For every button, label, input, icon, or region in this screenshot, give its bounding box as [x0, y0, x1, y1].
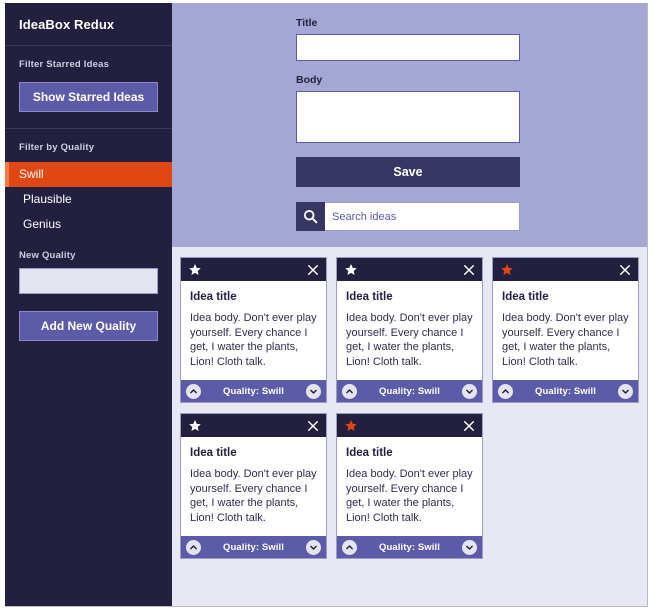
quality-filter-list: Swill Plausible Genius — [5, 162, 172, 237]
quality-filter-item-genius[interactable]: Genius — [5, 212, 172, 237]
idea-card-footer: Quality: Swill — [181, 380, 326, 403]
idea-card-text[interactable]: Idea body. Don't ever play yourself. Eve… — [346, 467, 473, 525]
close-icon[interactable] — [307, 264, 319, 276]
quality-filter-item-plausible[interactable]: Plausible — [5, 187, 172, 212]
title-field-label: Title — [296, 17, 318, 29]
title-input[interactable] — [296, 34, 520, 61]
show-starred-ideas-button[interactable]: Show Starred Ideas — [19, 82, 158, 112]
star-icon[interactable] — [188, 419, 202, 433]
sidebar-header: IdeaBox Redux — [5, 3, 172, 46]
idea-card-header — [337, 414, 482, 438]
idea-card-body: Idea title Idea body. Don't ever play you… — [493, 281, 638, 381]
idea-card: Idea title Idea body. Don't ever play you… — [336, 257, 483, 404]
app-title: IdeaBox Redux — [19, 17, 115, 32]
idea-card: Idea title Idea body. Don't ever play you… — [492, 257, 639, 404]
idea-card-footer: Quality: Swill — [337, 380, 482, 403]
starred-filter-section: Filter Starred Ideas Show Starred Ideas — [5, 46, 172, 129]
star-icon[interactable] — [500, 263, 514, 277]
idea-card: Idea title Idea body. Don't ever play you… — [180, 257, 327, 404]
close-icon[interactable] — [619, 264, 631, 276]
star-icon[interactable] — [344, 419, 358, 433]
idea-card-quality-label: Quality: Swill — [222, 541, 285, 553]
new-quality-input[interactable] — [19, 268, 158, 294]
idea-card-title[interactable]: Idea title — [346, 291, 473, 303]
chevron-up-icon[interactable] — [186, 539, 201, 555]
idea-card-footer: Quality: Swill — [337, 536, 482, 559]
idea-card-text[interactable]: Idea body. Don't ever play yourself. Eve… — [346, 311, 473, 369]
body-textarea[interactable] — [296, 91, 520, 143]
quality-filter-item-swill[interactable]: Swill — [5, 162, 172, 187]
chevron-up-icon[interactable] — [342, 383, 357, 399]
idea-card-quality-label: Quality: Swill — [222, 385, 285, 397]
idea-card-title[interactable]: Idea title — [502, 291, 629, 303]
idea-card-quality-label: Quality: Swill — [534, 385, 597, 397]
idea-form: Title Body Save — [296, 17, 520, 231]
idea-card-body: Idea title Idea body. Don't ever play you… — [181, 281, 326, 381]
chevron-down-icon[interactable] — [618, 383, 633, 399]
quality-filter-label: Filter by Quality — [19, 142, 95, 153]
idea-card-title[interactable]: Idea title — [190, 291, 317, 303]
chevron-down-icon[interactable] — [306, 539, 321, 555]
chevron-up-icon[interactable] — [186, 383, 201, 399]
search-input[interactable] — [325, 202, 520, 231]
chevron-up-icon[interactable] — [498, 383, 513, 399]
search-icon[interactable] — [296, 202, 325, 231]
star-icon[interactable] — [188, 263, 202, 277]
idea-card-title[interactable]: Idea title — [190, 447, 317, 459]
idea-card-body: Idea title Idea body. Don't ever play you… — [337, 281, 482, 381]
idea-card-body: Idea title Idea body. Don't ever play you… — [181, 437, 326, 537]
main-content: Title Body Save Idea titleIdea — [172, 3, 647, 606]
save-button[interactable]: Save — [296, 157, 520, 187]
idea-card-header — [493, 258, 638, 281]
idea-card: Idea title Idea body. Don't ever play you… — [180, 413, 327, 560]
search-bar — [296, 202, 520, 231]
chevron-up-icon[interactable] — [342, 539, 357, 555]
ideas-list-area: Idea title Idea body. Don't ever play you… — [172, 247, 647, 606]
idea-card-quality-label: Quality: Swill — [378, 541, 441, 553]
app-window: IdeaBox Redux Filter Starred Ideas Show … — [5, 3, 648, 607]
idea-card-header — [181, 414, 326, 438]
idea-card-text[interactable]: Idea body. Don't ever play yourself. Eve… — [190, 467, 317, 525]
starred-filter-label: Filter Starred Ideas — [19, 59, 110, 70]
sidebar: IdeaBox Redux Filter Starred Ideas Show … — [5, 3, 172, 606]
chevron-down-icon[interactable] — [462, 539, 477, 555]
idea-card: Idea title Idea body. Don't ever play you… — [336, 413, 483, 560]
close-icon[interactable] — [463, 420, 475, 432]
close-icon[interactable] — [463, 264, 475, 276]
chevron-down-icon[interactable] — [306, 383, 321, 399]
add-new-quality-button[interactable]: Add New Quality — [19, 311, 158, 341]
idea-card-text[interactable]: Idea body. Don't ever play yourself. Eve… — [190, 311, 317, 369]
idea-form-panel: Title Body Save — [172, 3, 647, 247]
body-field-label: Body — [296, 74, 323, 86]
close-icon[interactable] — [307, 420, 319, 432]
sidebar-filler — [5, 357, 172, 606]
chevron-down-icon[interactable] — [462, 383, 477, 399]
new-quality-label: New Quality — [19, 250, 76, 261]
idea-card-footer: Quality: Swill — [181, 536, 326, 559]
idea-card-quality-label: Quality: Swill — [378, 385, 441, 397]
idea-card-header — [181, 258, 326, 281]
new-quality-section: New Quality Add New Quality — [5, 237, 172, 357]
idea-card-header — [337, 258, 482, 281]
star-icon[interactable] — [344, 263, 358, 277]
idea-card-title[interactable]: Idea title — [346, 447, 473, 459]
idea-card-body: Idea title Idea body. Don't ever play you… — [337, 437, 482, 537]
quality-filter-section: Filter by Quality Swill Plausible Genius — [5, 129, 172, 237]
idea-card-footer: Quality: Swill — [493, 380, 638, 403]
ideas-grid: Idea title Idea body. Don't ever play you… — [180, 257, 647, 560]
idea-card-text[interactable]: Idea body. Don't ever play yourself. Eve… — [502, 311, 629, 369]
